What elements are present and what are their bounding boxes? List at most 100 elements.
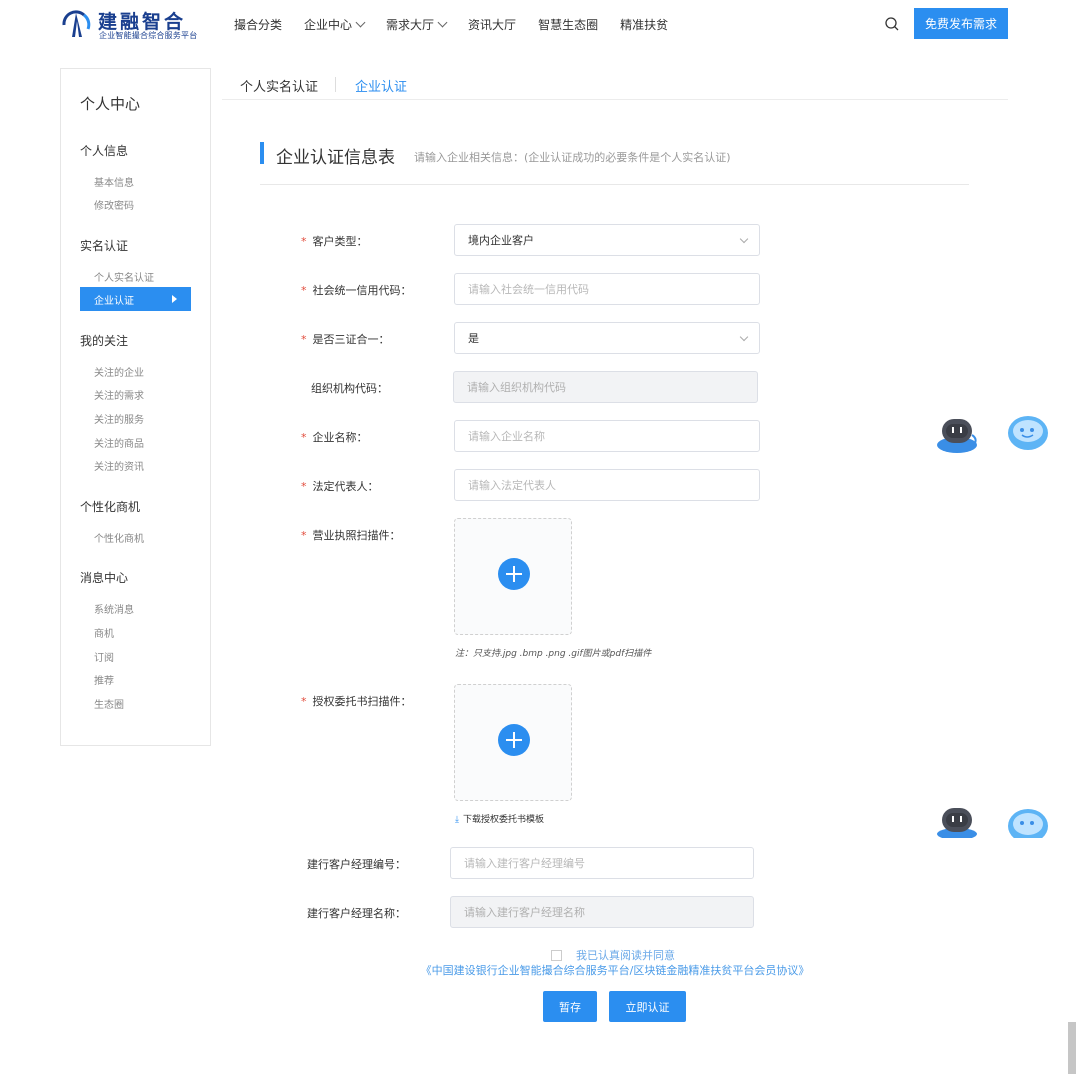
required-mark: * — [301, 431, 307, 444]
agreement-checkbox-row[interactable]: 我已认真阅读并同意 — [551, 947, 675, 963]
tab-personal-verification[interactable]: 个人实名认证 — [240, 76, 318, 95]
sidebar-item-system-messages[interactable]: 系统消息 — [94, 601, 134, 616]
customer-type-select[interactable]: 境内企业客户 — [454, 224, 760, 256]
main-nav: 撮合分类 企业中心 需求大厅 资讯大厅 智慧生态圈 精准扶贫 — [234, 16, 690, 33]
agreement-checkbox[interactable] — [551, 949, 562, 961]
chevron-down-icon — [739, 234, 749, 244]
sidebar-item-recommend[interactable]: 推荐 — [94, 672, 114, 687]
section-divider — [260, 184, 969, 185]
nav-label: 企业中心 — [304, 18, 353, 32]
robot-assistant-icon[interactable] — [934, 806, 980, 838]
agreement-checkbox-label: 我已认真阅读并同意 — [576, 949, 675, 962]
license-upload-box[interactable] — [454, 518, 572, 635]
publish-demand-button[interactable]: 免费发布需求 — [914, 8, 1008, 39]
select-value: 境内企业客户 — [468, 234, 534, 247]
label-text: 营业执照扫描件： — [312, 529, 401, 542]
nav-match-category[interactable]: 撮合分类 — [234, 16, 282, 33]
sidebar-item-followed-demands[interactable]: 关注的需求 — [94, 387, 144, 402]
label-text: 客户类型： — [312, 235, 368, 248]
required-mark: * — [301, 480, 307, 493]
legal-rep-input[interactable]: 请输入法定代表人 — [454, 469, 760, 501]
tab-enterprise-verification[interactable]: 企业认证 — [355, 76, 407, 95]
download-template-link[interactable]: ⤓ 下载授权委托书模板 — [455, 812, 544, 825]
required-mark: * — [301, 284, 307, 297]
legal-rep-label: * 法定代表人： — [301, 478, 379, 494]
nav-label: 需求大厅 — [386, 18, 435, 32]
company-name-label: * 企业名称： — [301, 429, 368, 445]
label-text: 法定代表人： — [312, 480, 379, 493]
top-header: 建融智合 企业智能撮合综合服务平台 撮合分类 企业中心 需求大厅 资讯大厅 智慧… — [0, 0, 1080, 48]
section-hint: 请输入企业相关信息：(企业认证成功的必要条件是个人实名认证) — [414, 151, 731, 164]
required-mark: * — [301, 333, 307, 346]
select-value: 是 — [468, 332, 479, 345]
chat-bubble-icon[interactable] — [1006, 806, 1050, 838]
sidebar-group-opportunities: 个性化商机 — [80, 500, 141, 514]
sidebar-item-opportunity[interactable]: 商机 — [94, 625, 114, 640]
chevron-down-icon — [355, 17, 366, 28]
sidebar-group-messages: 消息中心 — [80, 571, 129, 585]
search-icon[interactable] — [884, 16, 900, 32]
chat-bubble-icon[interactable] — [1006, 415, 1050, 453]
nav-label: 智慧生态圈 — [538, 18, 599, 32]
sidebar-item-subscription[interactable]: 订阅 — [94, 649, 114, 664]
required-mark: * — [301, 529, 307, 542]
org-code-label: 组织机构代码： — [311, 382, 388, 395]
sidebar-item-followed-news[interactable]: 关注的资讯 — [94, 458, 144, 473]
nav-news-hall[interactable]: 资讯大厅 — [468, 16, 516, 33]
robot-assistant-icon[interactable] — [934, 415, 980, 453]
sidebar-item-personal-verification[interactable]: 个人实名认证 — [94, 269, 154, 284]
plus-icon — [498, 724, 530, 756]
nav-enterprise-center[interactable]: 企业中心 — [304, 16, 366, 33]
chevron-down-icon — [437, 17, 448, 28]
submit-verification-button[interactable]: 立即认证 — [609, 991, 686, 1022]
sidebar-group-following: 我的关注 — [80, 334, 129, 348]
verification-tabs: 个人实名认证 企业认证 — [222, 68, 1008, 100]
sidebar-item-enterprise-verification[interactable]: 企业认证 — [80, 287, 191, 311]
link-text: 下载授权委托书模板 — [462, 815, 544, 825]
manager-id-label: 建行客户经理编号： — [307, 858, 406, 871]
credit-code-label: * 社会统一信用代码： — [301, 282, 412, 298]
sidebar-group-personal-info: 个人信息 — [80, 144, 129, 158]
three-in-one-select[interactable]: 是 — [454, 322, 760, 354]
agreement-link[interactable]: 《中国建设银行企业智能撮合综合服务平台/区块链金融精准扶贫平台会员协议》 — [0, 962, 1080, 978]
org-code-input[interactable]: 请输入组织机构代码 — [453, 371, 758, 403]
manager-name-input[interactable]: 请输入建行客户经理名称 — [450, 896, 754, 928]
manager-id-input[interactable]: 请输入建行客户经理编号 — [450, 847, 754, 879]
sidebar-item-label: 企业认证 — [94, 295, 134, 307]
credit-code-input[interactable]: 请输入社会统一信用代码 — [454, 273, 760, 305]
authorization-scan-label: * 授权委托书扫描件： — [301, 693, 412, 709]
sidebar-item-followed-companies[interactable]: 关注的企业 — [94, 364, 144, 379]
chevron-down-icon — [739, 332, 749, 342]
section-accent-bar — [260, 142, 264, 164]
company-name-input[interactable]: 请输入企业名称 — [454, 420, 760, 452]
label-text: 是否三证合一： — [312, 333, 390, 346]
plus-icon — [498, 558, 530, 590]
section-title: 企业认证信息表 — [276, 148, 395, 168]
label-text: 企业名称： — [312, 431, 368, 444]
sidebar-item-personalized-opportunities[interactable]: 个性化商机 — [94, 530, 144, 545]
logo-mark-icon — [62, 10, 91, 37]
download-icon: ⤓ — [455, 815, 459, 825]
nav-label: 精准扶贫 — [620, 18, 669, 32]
sidebar-item-followed-products[interactable]: 关注的商品 — [94, 435, 144, 450]
sidebar-group-real-name: 实名认证 — [80, 239, 129, 253]
required-mark: * — [301, 695, 307, 708]
authorization-upload-box[interactable] — [454, 684, 572, 801]
nav-poverty-alleviation[interactable]: 精准扶贫 — [620, 16, 668, 33]
sidebar-item-change-password[interactable]: 修改密码 — [94, 197, 134, 212]
sidebar: 个人中心 个人信息 基本信息 修改密码 实名认证 个人实名认证 企业认证 我的关… — [60, 68, 211, 746]
label-text: 授权委托书扫描件： — [312, 695, 412, 708]
sidebar-item-basic-info[interactable]: 基本信息 — [94, 174, 134, 189]
required-mark: * — [301, 235, 307, 248]
tab-divider — [335, 77, 336, 92]
sidebar-item-followed-services[interactable]: 关注的服务 — [94, 411, 144, 426]
page-scrollbar[interactable] — [1068, 1022, 1076, 1074]
site-logo[interactable]: 建融智合 企业智能撮合综合服务平台 — [60, 7, 210, 41]
nav-demand-hall[interactable]: 需求大厅 — [386, 16, 448, 33]
sidebar-item-ecosystem[interactable]: 生态圈 — [94, 696, 124, 711]
save-draft-button[interactable]: 暂存 — [543, 991, 597, 1022]
nav-label: 撮合分类 — [234, 18, 283, 32]
three-in-one-label: * 是否三证合一： — [301, 331, 390, 347]
nav-ecosystem[interactable]: 智慧生态圈 — [538, 16, 598, 33]
customer-type-label: * 客户类型： — [301, 233, 368, 249]
